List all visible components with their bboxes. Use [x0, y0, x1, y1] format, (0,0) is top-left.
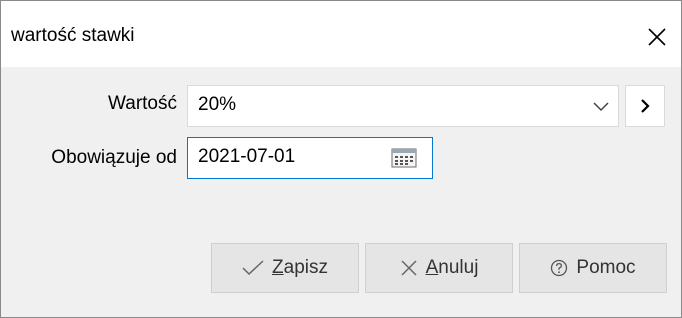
value-dropdown[interactable]: 20% [187, 85, 619, 127]
close-icon [648, 28, 666, 46]
valid-from-date-input[interactable]: 2021-07-01 [187, 137, 433, 179]
valid-from-label: Obowiązuje od [51, 147, 177, 168]
question-circle-icon [550, 259, 568, 277]
save-button[interactable]: Zapisz [211, 243, 359, 293]
close-button[interactable] [637, 17, 677, 57]
cancel-button[interactable]: Anuluj [365, 243, 513, 293]
calendar-button[interactable] [388, 145, 420, 171]
dropdown-toggle[interactable] [590, 96, 612, 118]
check-icon [242, 260, 264, 276]
value-label: Wartość [108, 93, 177, 114]
value-selected: 20% [198, 94, 237, 115]
value-details-button[interactable] [625, 85, 665, 127]
dialog-body: Wartość 20% Obowiązuje od 2021-07-01 Zap… [1, 67, 681, 317]
valid-from-value: 2021-07-01 [198, 146, 296, 167]
dialog-window: wartość stawki Wartość 20% Obowiązuje od… [0, 0, 682, 318]
title-bar: wartość stawki [1, 1, 681, 67]
x-icon [400, 259, 418, 277]
cancel-label: Anuluj [425, 257, 479, 278]
help-button[interactable]: Pomoc [519, 243, 667, 293]
save-label: Zapisz [272, 257, 328, 278]
chevron-down-icon [593, 102, 609, 112]
help-label: Pomoc [576, 257, 636, 278]
dialog-title: wartość stawki [11, 25, 135, 46]
chevron-right-icon [641, 99, 650, 113]
calendar-icon [391, 148, 417, 168]
